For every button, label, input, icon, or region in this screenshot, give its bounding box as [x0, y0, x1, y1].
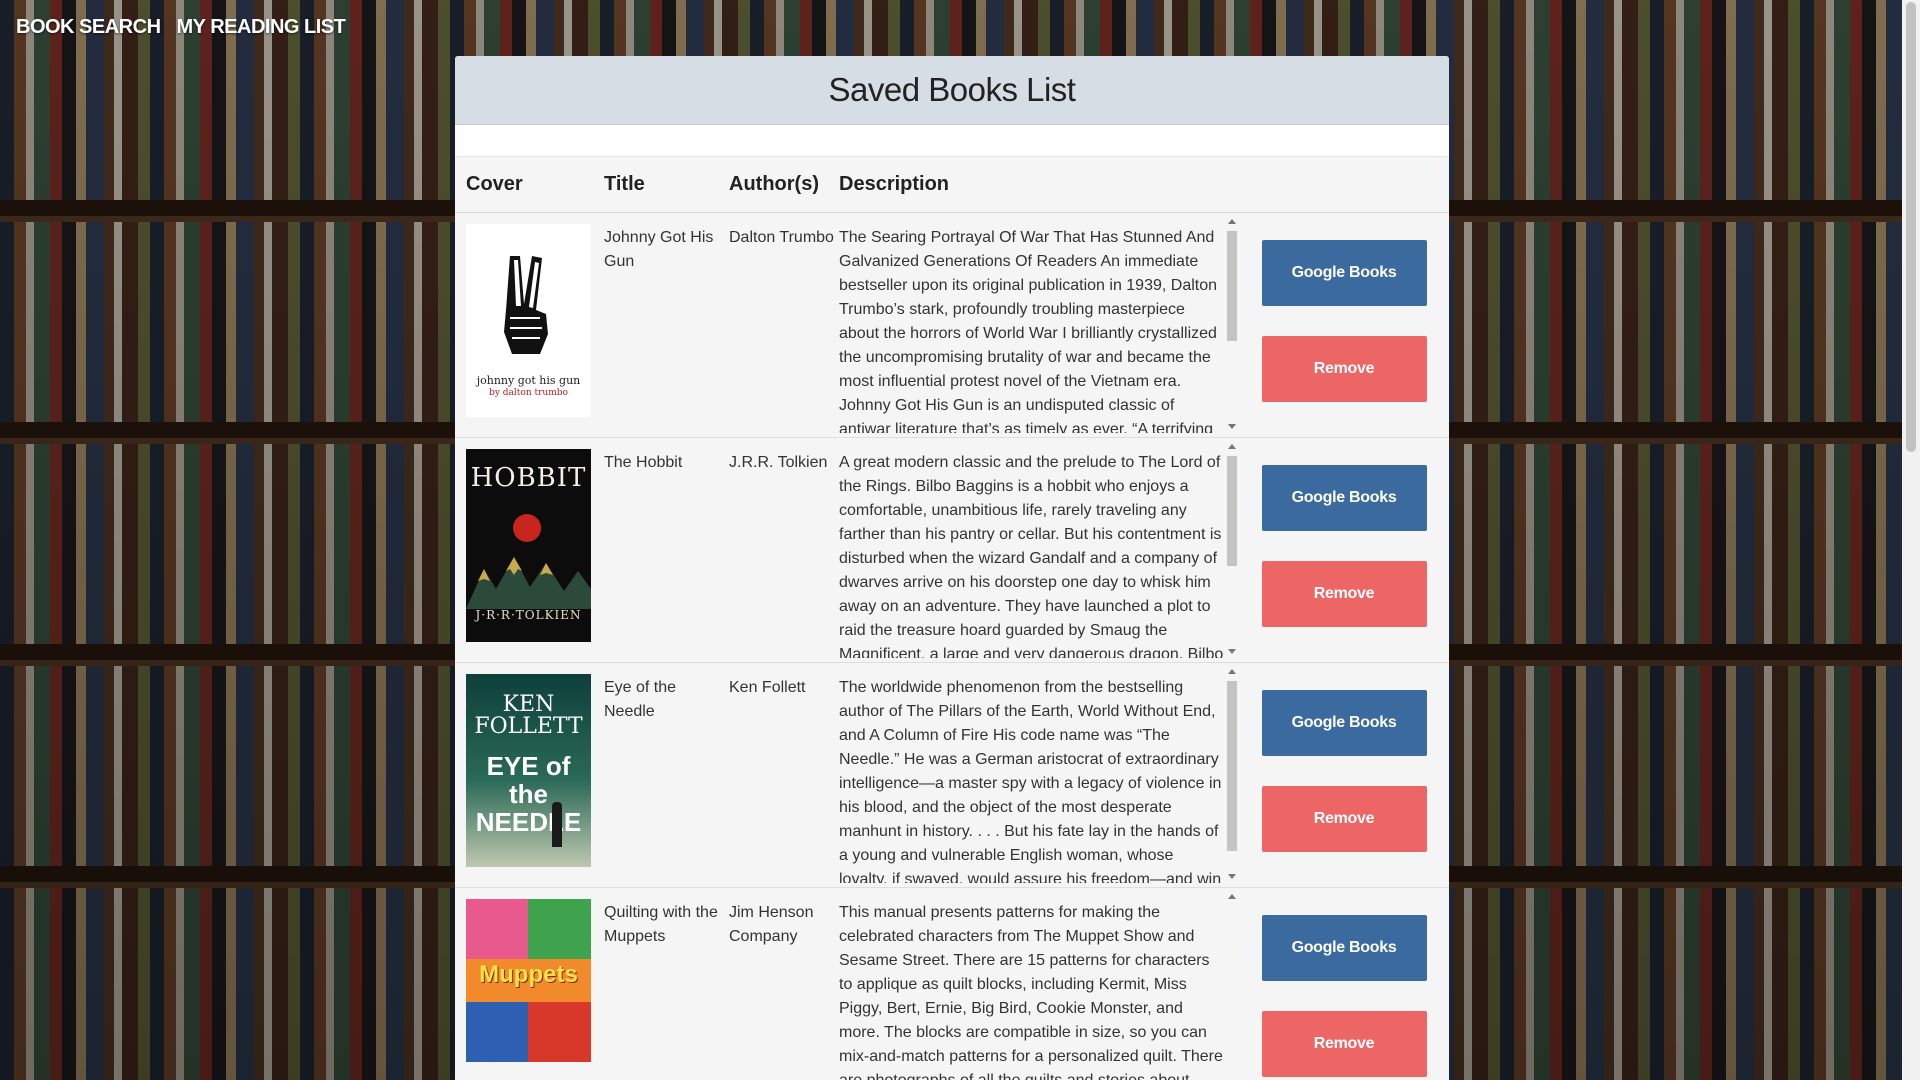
cover-cell: johnny got his gun by dalton trumbo [455, 213, 604, 437]
muppet-character-icon [466, 899, 528, 959]
saved-books-panel: Saved Books List Cover Title Author(s) D… [455, 56, 1449, 1080]
actions-cell: Google Books Remove [1239, 888, 1449, 1080]
red-sun-icon [513, 514, 541, 542]
description-scrollbar[interactable] [1225, 444, 1239, 654]
column-header-authors: Author(s) [729, 173, 819, 195]
description-cell: The Searing Portrayal Of War That Has St… [839, 213, 1239, 437]
muppet-character-icon [466, 1002, 528, 1062]
description-cell: This manual presents patterns for making… [839, 888, 1239, 1080]
scroll-up-arrow-icon[interactable] [1228, 444, 1236, 449]
book-author: Dalton Trumbo [729, 229, 834, 246]
remove-button[interactable]: Remove [1261, 786, 1427, 852]
panel-header: Saved Books List [455, 56, 1449, 125]
remove-button[interactable]: Remove [1261, 1011, 1427, 1077]
book-description: A great modern classic and the prelude t… [839, 454, 1224, 658]
scroll-down-arrow-icon[interactable] [1228, 424, 1236, 429]
book-title: Quilting with the Muppets [604, 904, 718, 945]
actions-cell: Google Books Remove [1239, 663, 1449, 887]
google-books-button[interactable]: Google Books [1261, 240, 1427, 306]
scrollbar-thumb[interactable] [1227, 456, 1237, 566]
scroll-up-arrow-icon[interactable] [1228, 894, 1236, 899]
book-title: The Hobbit [604, 454, 683, 471]
table-row: KEN FOLLETT EYE of the NEEDLE Eye of the… [455, 663, 1449, 888]
remove-button[interactable]: Remove [1261, 336, 1427, 402]
figure-silhouette-icon [552, 802, 562, 847]
nav-book-search-link[interactable]: BOOK SEARCH [16, 16, 161, 39]
book-author: Ken Follett [729, 679, 806, 696]
column-header-title: Title [604, 173, 645, 195]
scroll-up-arrow-icon[interactable] [1228, 669, 1236, 674]
muppet-character-icon [528, 1002, 591, 1062]
description-cell: The worldwide phenomenon from the bestse… [839, 663, 1239, 887]
cover-cell: KEN FOLLETT EYE of the NEEDLE [455, 663, 604, 887]
google-books-button[interactable]: Google Books [1261, 465, 1427, 531]
book-cover-image: HOBBIT J·R·R·TOLKIEN [466, 449, 591, 642]
scrollbar-thumb[interactable] [1227, 681, 1237, 851]
scrollbar-thumb[interactable] [1227, 231, 1237, 341]
book-description: The worldwide phenomenon from the bestse… [839, 679, 1222, 883]
page-scrollbar[interactable] [1902, 0, 1920, 1080]
top-navigation: BOOK SEARCH MY READING LIST [16, 16, 346, 39]
scroll-down-arrow-icon[interactable] [1228, 874, 1236, 879]
book-description: The Searing Portrayal Of War That Has St… [839, 229, 1218, 433]
description-scrollbar[interactable] [1225, 669, 1239, 879]
nav-reading-list-link[interactable]: MY READING LIST [177, 16, 346, 39]
cover-cell: HOBBIT J·R·R·TOLKIEN [455, 438, 604, 662]
actions-cell: Google Books Remove [1239, 213, 1449, 437]
page-scrollbar-thumb[interactable] [1906, 2, 1916, 452]
actions-cell: Google Books Remove [1239, 438, 1449, 662]
page-title: Saved Books List [828, 71, 1076, 108]
remove-button[interactable]: Remove [1261, 561, 1427, 627]
cover-author-text: J·R·R·TOLKIEN [475, 608, 582, 622]
mountains-icon [466, 557, 591, 609]
google-books-button[interactable]: Google Books [1261, 690, 1427, 756]
book-cover-image: johnny got his gun by dalton trumbo [466, 224, 591, 417]
description-scrollbar[interactable] [1225, 894, 1239, 1080]
book-title: Johnny Got His Gun [604, 229, 714, 270]
book-cover-image: Muppets [466, 899, 591, 1062]
book-description: This manual presents patterns for making… [839, 904, 1223, 1080]
scroll-up-arrow-icon[interactable] [1228, 219, 1236, 224]
table-header: Cover Title Author(s) Description [455, 157, 1449, 213]
cover-title-text: EYE of the NEEDLE [475, 751, 582, 837]
table-row: Muppets Quilting with the Muppets Jim He… [455, 888, 1449, 1080]
description-scrollbar[interactable] [1225, 219, 1239, 429]
book-title: Eye of the Needle [604, 679, 677, 720]
cover-author-text: KEN FOLLETT [474, 692, 583, 739]
cover-author-text: by dalton trumbo [489, 388, 568, 398]
header-spacer [455, 125, 1449, 157]
cover-title-text: Muppets [479, 961, 578, 988]
table-row: HOBBIT J·R·R·TOLKIEN The Hobbit J.R.R. T… [455, 438, 1449, 663]
column-header-description: Description [839, 173, 950, 195]
table-row: johnny got his gun by dalton trumbo John… [455, 213, 1449, 438]
scroll-down-arrow-icon[interactable] [1228, 649, 1236, 654]
cover-title-text: HOBBIT [470, 463, 587, 493]
cover-cell: Muppets [455, 888, 604, 1080]
book-author: Jim Henson Company [729, 904, 814, 945]
description-cell: A great modern classic and the prelude t… [839, 438, 1239, 662]
google-books-button[interactable]: Google Books [1261, 915, 1427, 981]
cover-title-text: johnny got his gun [476, 374, 581, 387]
column-header-cover: Cover [466, 173, 523, 195]
frog-character-icon [528, 899, 591, 959]
book-author: J.R.R. Tolkien [729, 454, 828, 471]
book-cover-image: KEN FOLLETT EYE of the NEEDLE [466, 674, 591, 867]
peace-hand-icon [504, 256, 548, 354]
